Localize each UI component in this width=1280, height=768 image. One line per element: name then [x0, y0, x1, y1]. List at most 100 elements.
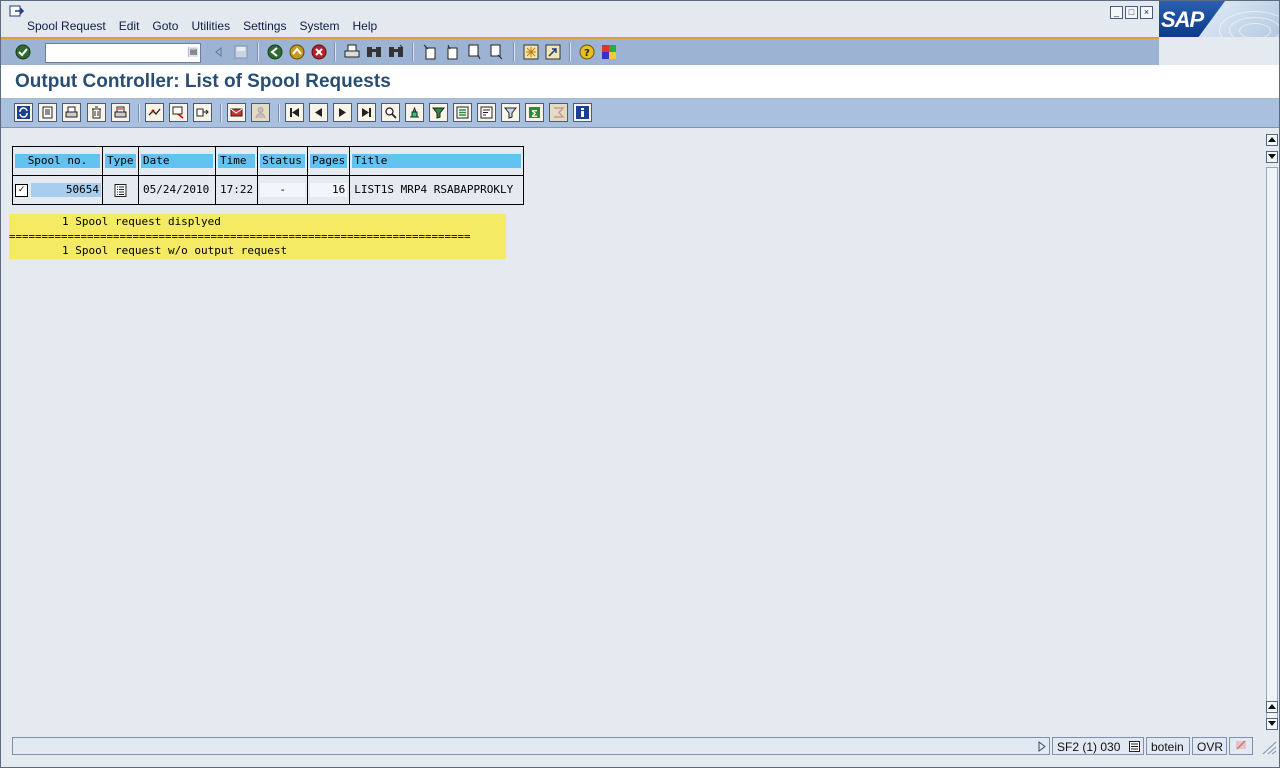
first-page-icon[interactable]: [421, 43, 439, 61]
table-row[interactable]: ✓ 50654 05/24/2010 17:22 - 16 LIST1S MRP…: [12, 175, 525, 205]
cancel-icon[interactable]: [310, 43, 328, 61]
column-header-status[interactable]: Status: [260, 154, 306, 168]
exit-icon[interactable]: [288, 43, 306, 61]
minimize-icon[interactable]: _: [1110, 6, 1123, 19]
column-header-pages[interactable]: Pages: [310, 154, 348, 168]
sap-gui-window: Spool Request Edit Goto Utilities Settin…: [0, 0, 1280, 768]
status-bar: SF2 (1) 030 botein OVR: [1, 735, 1279, 759]
command-history-icon[interactable]: ▤: [188, 47, 198, 57]
connection-indicator-icon: [1229, 737, 1253, 755]
scroll-down-up-icon[interactable]: [1266, 701, 1278, 713]
standard-toolbar: ▤ ?: [1, 37, 1159, 67]
spool-pages: 16: [310, 183, 348, 197]
column-header-time[interactable]: Time: [218, 154, 256, 168]
summary-separator: ========================================…: [9, 230, 506, 243]
scroll-up-icon[interactable]: [1266, 151, 1278, 163]
menu-spool-request[interactable]: Spool Request: [27, 19, 106, 33]
menu-help[interactable]: Help: [352, 19, 377, 33]
delete-icon[interactable]: [87, 103, 106, 122]
details-icon[interactable]: [381, 103, 400, 122]
sap-logo-text: SAP: [1161, 7, 1204, 32]
find-next-icon[interactable]: [387, 43, 405, 61]
scroll-to-bottom-icon[interactable]: [1266, 718, 1278, 730]
subtotal-icon: [549, 103, 568, 122]
total-icon[interactable]: Σ: [525, 103, 544, 122]
output-requests-icon[interactable]: [169, 103, 188, 122]
insert-mode-indicator[interactable]: OVR: [1192, 737, 1227, 755]
menu-edit[interactable]: Edit: [119, 19, 140, 33]
menu-bar: Spool Request Edit Goto Utilities Settin…: [1, 1, 1279, 37]
first-item-icon[interactable]: [285, 103, 304, 122]
attributes-icon[interactable]: [145, 103, 164, 122]
print-directly-icon[interactable]: [62, 103, 81, 122]
set-filter-icon[interactable]: [501, 103, 520, 122]
sort-descending-icon[interactable]: [477, 103, 496, 122]
sort-ascending-icon[interactable]: [453, 103, 472, 122]
select-detail-icon[interactable]: [405, 103, 424, 122]
information-icon[interactable]: [573, 103, 592, 122]
window-controls: _ □ ×: [1110, 6, 1153, 19]
create-session-icon[interactable]: [522, 43, 540, 61]
summary-without-output: 1 Spool request w/o output request: [9, 243, 506, 259]
status-message-area: [12, 737, 1050, 755]
next-item-icon[interactable]: [333, 103, 352, 122]
menu-system[interactable]: System: [299, 19, 339, 33]
scroll-to-top-icon[interactable]: [1266, 134, 1278, 146]
spool-time: 17:22: [220, 183, 254, 196]
list-document-icon[interactable]: [114, 183, 127, 197]
command-field[interactable]: ▤: [45, 43, 201, 63]
column-header-title[interactable]: Title: [352, 154, 522, 168]
user-icon: [251, 103, 270, 122]
menu-settings[interactable]: Settings: [243, 19, 286, 33]
send-icon[interactable]: [227, 103, 246, 122]
back-icon[interactable]: [266, 43, 284, 61]
menu-utilities[interactable]: Utilities: [191, 19, 230, 33]
vertical-scrollbar[interactable]: [1265, 132, 1279, 732]
title-bar: Output Controller: List of Spool Request…: [1, 65, 1279, 99]
spool-status: -: [260, 183, 306, 197]
status-expand-arrow-icon[interactable]: [1037, 741, 1047, 752]
spool-number[interactable]: 50654: [31, 183, 101, 197]
svg-text:Σ: Σ: [531, 109, 538, 119]
table-header-row: Spool no. Type Date Time Status Pages Ti…: [12, 146, 525, 176]
system-menu-icon[interactable]: [9, 4, 25, 18]
user-info: botein: [1146, 737, 1190, 755]
help-icon[interactable]: ?: [578, 43, 596, 61]
column-header-spool-no[interactable]: Spool no.: [15, 154, 100, 168]
find-icon[interactable]: [365, 43, 383, 61]
system-info-dropdown-icon[interactable]: [1129, 741, 1140, 752]
filter-icon[interactable]: [429, 103, 448, 122]
print-with-changed-attributes-icon[interactable]: [111, 103, 130, 122]
customize-layout-icon[interactable]: [600, 43, 618, 61]
next-page-icon[interactable]: [465, 43, 483, 61]
spool-date: 05/24/2010: [143, 183, 210, 196]
menu-goto[interactable]: Goto: [152, 19, 178, 33]
last-item-icon[interactable]: [357, 103, 376, 122]
save-icon: [232, 43, 250, 61]
scrollbar-track[interactable]: [1266, 167, 1278, 727]
sap-logo: SAP: [1159, 1, 1279, 37]
spool-title: LIST1S MRP4 RSABAPPROKLY: [354, 183, 514, 196]
shortcut-icon[interactable]: [544, 43, 562, 61]
summary-displayed: 1 Spool request displyed: [9, 214, 506, 230]
spool-list-table: Spool no. Type Date Time Status Pages Ti…: [12, 146, 525, 205]
print-icon[interactable]: [343, 43, 361, 61]
refresh-icon[interactable]: [14, 103, 33, 122]
page-title: Output Controller: List of Spool Request…: [15, 71, 391, 92]
resize-grip-icon[interactable]: [1257, 737, 1277, 755]
close-icon[interactable]: ×: [1140, 6, 1153, 19]
menu-items: Spool Request Edit Goto Utilities Settin…: [27, 19, 390, 33]
restore-icon[interactable]: □: [1125, 6, 1138, 19]
row-select-checkbox[interactable]: ✓: [15, 183, 28, 197]
column-header-type[interactable]: Type: [105, 154, 136, 168]
previous-item-icon[interactable]: [309, 103, 328, 122]
enter-icon[interactable]: [14, 43, 32, 61]
system-info: SF2 (1) 030: [1052, 737, 1144, 755]
column-header-date[interactable]: Date: [141, 154, 213, 168]
previous-page-icon[interactable]: [443, 43, 461, 61]
application-toolbar: Σ: [1, 99, 1279, 128]
display-contents-icon[interactable]: [38, 103, 57, 122]
command-back-arrow-icon: [210, 43, 228, 61]
last-page-icon[interactable]: [487, 43, 505, 61]
forward-icon[interactable]: [193, 103, 212, 122]
